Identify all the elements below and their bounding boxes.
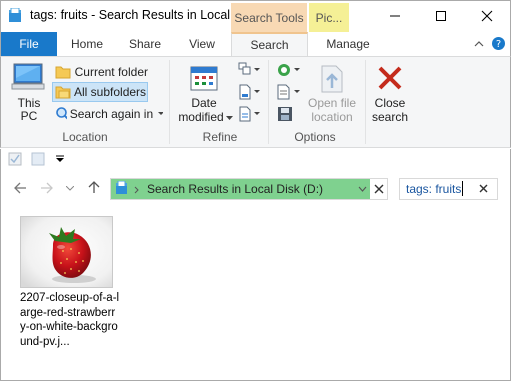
tab-file[interactable]: File: [1, 32, 57, 56]
recent-searches-button[interactable]: [276, 62, 302, 80]
tab-search[interactable]: Search: [231, 32, 308, 57]
file-size-icon: [239, 84, 260, 100]
quick-access-toolbar: [0, 149, 511, 173]
window-title: tags: fruits - Search Results in Local .…: [30, 8, 244, 22]
date-modified-button[interactable]: Date modified: [175, 62, 233, 126]
clear-search-icon[interactable]: [479, 184, 488, 193]
customize-toolbar-icon[interactable]: [55, 155, 65, 163]
strawberry-thumbnail-image: [21, 217, 112, 287]
file-name-label[interactable]: 2207-closeup-of-a-large-red-strawberry-o…: [20, 291, 120, 349]
file-kind-icon: [238, 62, 260, 75]
size-button[interactable]: [238, 84, 262, 102]
recent-locations-icon[interactable]: [66, 186, 74, 192]
new-folder-icon[interactable]: [31, 152, 45, 166]
back-arrow-icon[interactable]: [13, 182, 27, 194]
folder-icon: [55, 66, 71, 79]
context-tab-search-tools[interactable]: Search Tools: [231, 3, 307, 32]
file-properties-icon: [239, 106, 260, 122]
current-folder-label: Current folder: [74, 65, 148, 79]
file-item[interactable]: [20, 216, 113, 288]
search-again-in-label: Search again in: [69, 107, 154, 121]
help-icon[interactable]: ?: [491, 36, 506, 51]
folders-icon: [55, 86, 71, 99]
kind-button[interactable]: [238, 62, 262, 80]
tab-home[interactable]: Home: [64, 32, 110, 56]
dropdown-arrow-icon: [226, 116, 233, 120]
context-tab-picture-tools[interactable]: Pic...: [309, 3, 349, 32]
minimize-icon: [390, 15, 400, 16]
date-modified-label-1: Date: [191, 96, 217, 110]
open-file-location-icon: [321, 65, 343, 93]
this-pc-label: This PC: [17, 96, 41, 123]
tab-view[interactable]: View: [180, 32, 224, 56]
recent-searches-icon: [278, 64, 300, 76]
forward-arrow-icon[interactable]: [40, 182, 54, 194]
svg-text:?: ?: [496, 39, 501, 50]
address-path[interactable]: Search Results in Local Disk (D:): [147, 182, 323, 196]
current-folder-button[interactable]: Current folder: [53, 62, 148, 82]
up-arrow-icon[interactable]: [88, 180, 100, 194]
advanced-options-button[interactable]: [276, 84, 302, 102]
maximize-icon: [436, 10, 446, 21]
dropdown-arrow-icon: [158, 112, 163, 115]
computer-icon: [11, 63, 45, 90]
search-globe-icon: [56, 107, 67, 120]
group-divider: [169, 60, 170, 144]
address-dropdown-icon[interactable]: [358, 186, 367, 192]
text-cursor: [462, 181, 463, 196]
save-disk-icon: [278, 107, 292, 121]
refine-group-label: Refine: [202, 130, 238, 144]
maximize-button[interactable]: [418, 0, 464, 31]
search-query[interactable]: tags: fruits: [406, 182, 461, 196]
search-again-in-button[interactable]: Search again in: [53, 104, 163, 124]
tab-share[interactable]: Share: [122, 32, 168, 56]
date-modified-label-2: modified: [178, 110, 224, 124]
properties-icon[interactable]: [8, 152, 22, 166]
close-search-button[interactable]: Close search: [368, 62, 412, 126]
close-search-label-1: Close: [374, 96, 406, 110]
calendar-icon: [190, 66, 218, 91]
collapse-ribbon-icon[interactable]: [474, 40, 484, 48]
stop-search-icon[interactable]: [374, 184, 384, 194]
tab-manage[interactable]: Manage: [315, 32, 381, 56]
options-group-label: Options: [294, 130, 336, 144]
close-search-icon: [378, 66, 402, 90]
advanced-options-icon: [277, 84, 300, 100]
close-search-label-2: search: [371, 110, 409, 124]
open-file-location-label-2: location: [311, 110, 353, 124]
minimize-button[interactable]: [372, 0, 418, 31]
breadcrumb-chevron-icon[interactable]: [134, 186, 140, 194]
other-properties-button[interactable]: [238, 106, 262, 124]
all-subfolders-button[interactable]: All subfolders: [52, 82, 148, 102]
location-group-label: Location: [62, 130, 108, 144]
folder-search-icon: [9, 8, 21, 22]
group-divider: [365, 60, 366, 144]
all-subfolders-label: All subfolders: [74, 85, 147, 99]
open-file-location-button: Open file location: [306, 62, 358, 126]
group-divider: [268, 60, 269, 144]
close-icon: [481, 10, 493, 21]
save-search-button[interactable]: [276, 106, 296, 124]
close-window-button[interactable]: [464, 0, 510, 31]
search-folder-icon: [116, 181, 127, 194]
this-pc-button[interactable]: This PC: [9, 62, 49, 126]
open-file-location-label-1: Open file: [307, 96, 357, 110]
